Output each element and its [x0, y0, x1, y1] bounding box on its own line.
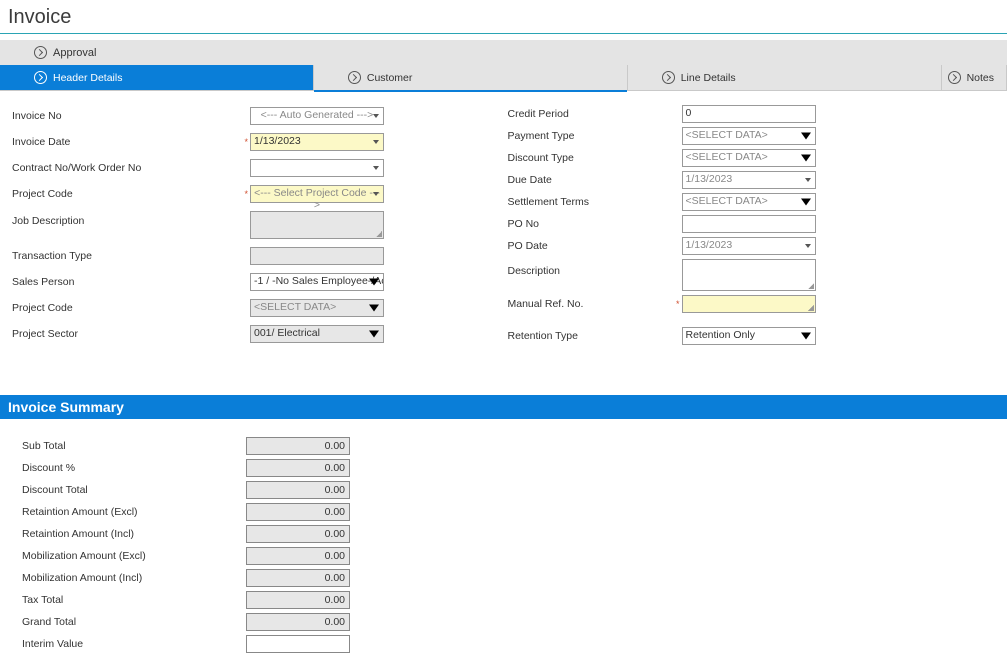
invoice-date-field[interactable]: 1/13/2023: [250, 133, 384, 151]
manual-ref-label: Manual Ref. No.: [504, 296, 674, 312]
settlement-terms-field[interactable]: <SELECT DATA>: [682, 193, 816, 211]
required-marker: *: [674, 299, 682, 309]
job-description-label: Job Description: [8, 209, 238, 229]
due-date-label: Due Date: [504, 172, 674, 188]
main-panel: Approval Header Details Customer Line De…: [0, 40, 1007, 375]
manual-ref-field[interactable]: [682, 295, 816, 313]
summary-value: 0.00: [246, 437, 350, 455]
summary-row: Discount Total0.00: [22, 481, 999, 499]
summary-label: Mobilization Amount (Incl): [22, 572, 246, 584]
summary-value: 0.00: [246, 481, 350, 499]
retention-type-field[interactable]: Retention Only: [682, 327, 816, 345]
tab-notes[interactable]: Notes: [942, 65, 1007, 90]
summary-value: 0.00: [246, 569, 350, 587]
summary-row: Mobilization Amount (Excl)0.00: [22, 547, 999, 565]
project-sector-label: Project Sector: [8, 326, 238, 342]
description-label: Description: [504, 259, 674, 279]
due-date-field[interactable]: 1/13/2023: [682, 171, 816, 189]
form-right-column: Credit Period 0 Payment Type <SELECT DAT…: [504, 105, 1000, 345]
contract-no-label: Contract No/Work Order No: [8, 160, 238, 176]
transaction-type-field: [250, 247, 384, 265]
summary-label: Retaintion Amount (Excl): [22, 506, 246, 518]
summary-label: Retaintion Amount (Incl): [22, 528, 246, 540]
summary-value: [246, 635, 350, 653]
discount-type-label: Discount Type: [504, 150, 674, 166]
invoice-no-label: Invoice No: [8, 108, 238, 124]
summary-value: 0.00: [246, 591, 350, 609]
summary-label: Interim Value: [22, 638, 246, 650]
credit-period-field[interactable]: 0: [682, 105, 816, 123]
summary-label: Tax Total: [22, 594, 246, 606]
divider: [0, 33, 1007, 34]
project-code2-field[interactable]: <SELECT DATA>: [250, 299, 384, 317]
chevron-icon: [948, 71, 961, 84]
summary-row: Discount %0.00: [22, 459, 999, 477]
tab-customer[interactable]: Customer: [314, 65, 628, 90]
summary-label: Mobilization Amount (Excl): [22, 550, 246, 562]
invoice-summary: Sub Total0.00Discount %0.00Discount Tota…: [0, 419, 1007, 667]
summary-label: Grand Total: [22, 616, 246, 628]
contract-no-field[interactable]: [250, 159, 384, 177]
credit-period-label: Credit Period: [504, 106, 674, 122]
chevron-icon: [348, 71, 361, 84]
tab-header-details[interactable]: Header Details: [0, 65, 314, 90]
invoice-no-field[interactable]: <--- Auto Generated --->: [250, 107, 384, 125]
po-date-field[interactable]: 1/13/2023: [682, 237, 816, 255]
project-code-label: Project Code: [8, 186, 238, 202]
summary-row: Retaintion Amount (Excl)0.00: [22, 503, 999, 521]
form-left-column: Invoice No <--- Auto Generated ---> Invo…: [8, 105, 504, 345]
description-field[interactable]: [682, 259, 816, 291]
summary-value: 0.00: [246, 503, 350, 521]
payment-type-field[interactable]: <SELECT DATA>: [682, 127, 816, 145]
sales-person-label: Sales Person: [8, 274, 238, 290]
summary-row: Grand Total0.00: [22, 613, 999, 631]
tab-label: Notes: [967, 72, 994, 84]
discount-type-field[interactable]: <SELECT DATA>: [682, 149, 816, 167]
project-code2-label: Project Code: [8, 300, 238, 316]
settlement-terms-label: Settlement Terms: [504, 194, 674, 210]
summary-row: Sub Total0.00: [22, 437, 999, 455]
tab-label: Header Details: [53, 72, 122, 84]
invoice-date-label: Invoice Date: [8, 134, 238, 150]
tabstrip: Header Details Customer Line Details Not…: [0, 65, 1007, 91]
page-title: Invoice: [0, 0, 1007, 33]
job-description-field[interactable]: [250, 211, 384, 239]
required-marker: *: [238, 189, 250, 199]
approval-label: Approval: [53, 47, 96, 59]
sales-person-field[interactable]: -1 / -No Sales Employee-/Active: [250, 273, 384, 291]
payment-type-label: Payment Type: [504, 128, 674, 144]
approval-bar[interactable]: Approval: [0, 40, 1007, 65]
po-no-label: PO No: [504, 216, 674, 232]
summary-row: Tax Total0.00: [22, 591, 999, 609]
summary-value: 0.00: [246, 613, 350, 631]
po-no-field[interactable]: [682, 215, 816, 233]
summary-label: Sub Total: [22, 440, 246, 452]
summary-row: Interim Value: [22, 635, 999, 653]
project-sector-field[interactable]: 001/ Electrical: [250, 325, 384, 343]
form-area: Invoice No <--- Auto Generated ---> Invo…: [0, 91, 1007, 375]
project-code-field[interactable]: <--- Select Project Code --->: [250, 185, 384, 203]
summary-value: 0.00: [246, 547, 350, 565]
chevron-icon: [662, 71, 675, 84]
summary-label: Discount %: [22, 462, 246, 474]
expand-icon: [34, 46, 47, 59]
summary-value: 0.00: [246, 525, 350, 543]
tab-label: Line Details: [681, 72, 736, 84]
chevron-icon: [34, 71, 47, 84]
invoice-summary-header: Invoice Summary: [0, 395, 1007, 419]
tab-label: Customer: [367, 72, 413, 84]
summary-label: Discount Total: [22, 484, 246, 496]
required-marker: *: [238, 137, 250, 147]
retention-type-label: Retention Type: [504, 328, 674, 344]
summary-row: Mobilization Amount (Incl)0.00: [22, 569, 999, 587]
summary-row: Retaintion Amount (Incl)0.00: [22, 525, 999, 543]
tab-line-details[interactable]: Line Details: [628, 65, 942, 90]
po-date-label: PO Date: [504, 238, 674, 254]
transaction-type-label: Transaction Type: [8, 248, 238, 264]
summary-value: 0.00: [246, 459, 350, 477]
